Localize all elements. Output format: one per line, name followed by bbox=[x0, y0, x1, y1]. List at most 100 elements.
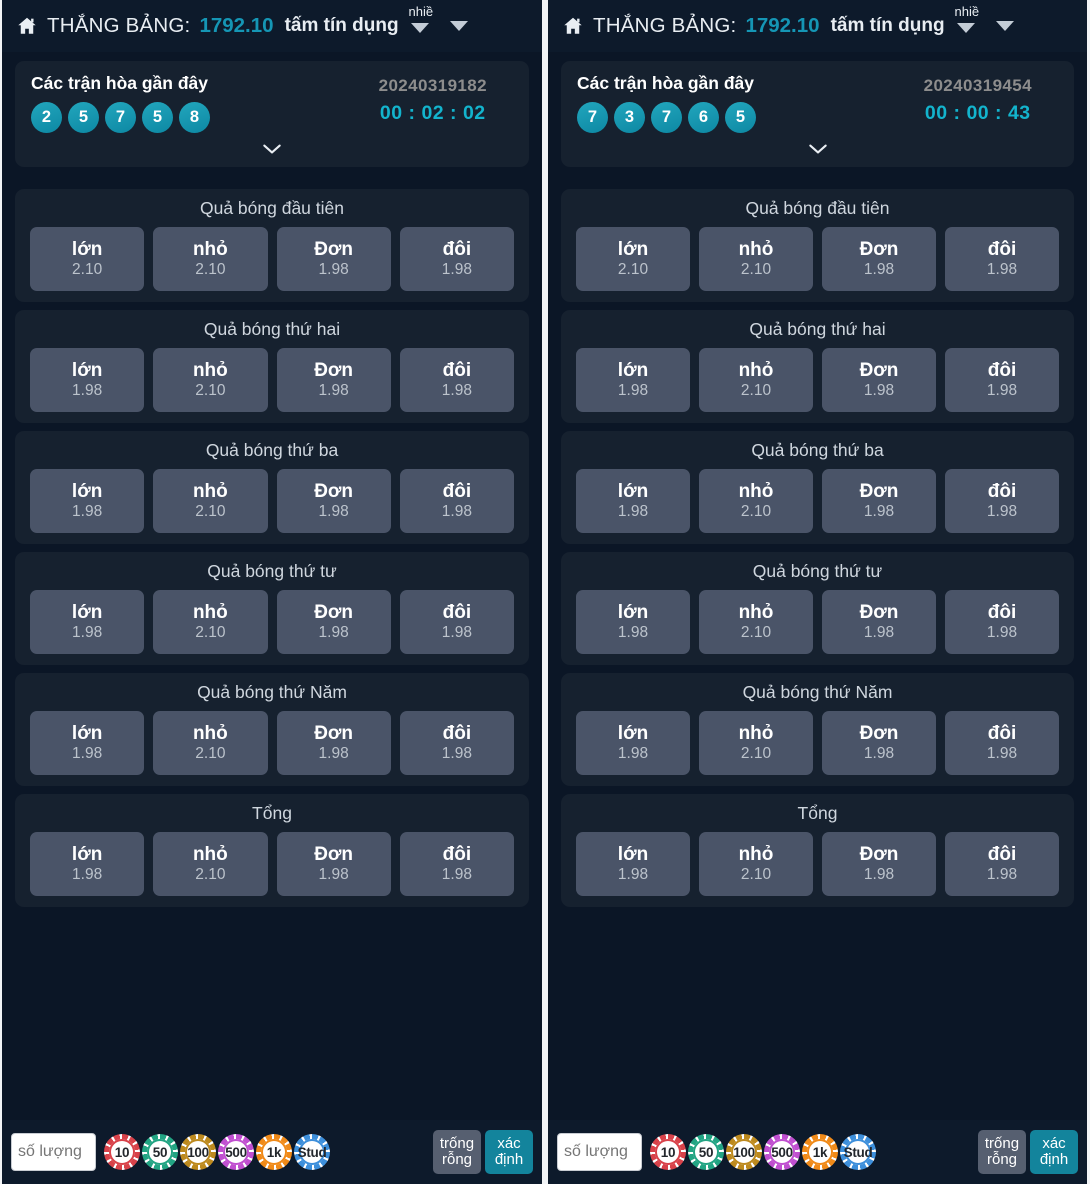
expand-results-button[interactable] bbox=[31, 133, 513, 159]
chip-100[interactable]: 100 bbox=[180, 1134, 216, 1170]
bet-option-button[interactable]: đôi 1.98 bbox=[945, 227, 1059, 291]
bet-option-button[interactable]: lớn 2.10 bbox=[30, 227, 145, 291]
bet-option-button[interactable]: lớn 2.10 bbox=[576, 227, 690, 291]
bet-option-button[interactable]: đôi 1.98 bbox=[945, 469, 1059, 533]
home-icon[interactable] bbox=[562, 15, 584, 37]
chip-500[interactable]: 500 bbox=[218, 1134, 254, 1170]
menu-chevron-down-icon[interactable] bbox=[449, 21, 468, 31]
bet-option-button[interactable]: đôi 1.98 bbox=[945, 348, 1059, 412]
bet-option-button[interactable]: nhỏ 2.10 bbox=[153, 469, 268, 533]
credit-label: tấm tín dụng bbox=[284, 15, 399, 36]
bet-option-button[interactable]: nhỏ 2.10 bbox=[699, 832, 813, 896]
menu-chevron-down-icon[interactable] bbox=[995, 21, 1014, 31]
chip-10[interactable]: 10 bbox=[104, 1134, 140, 1170]
bet-option-button[interactable]: lớn 1.98 bbox=[576, 832, 690, 896]
bet-option-label: Đơn bbox=[859, 481, 899, 503]
bet-option-button[interactable]: đôi 1.98 bbox=[399, 348, 514, 412]
chip-stud[interactable]: Stud bbox=[294, 1134, 330, 1170]
bet-option-button[interactable]: Đơn 1.98 bbox=[822, 711, 936, 775]
bet-option-odds: 1.98 bbox=[72, 382, 103, 400]
bet-option-button[interactable]: nhỏ 2.10 bbox=[153, 227, 268, 291]
bet-option-button[interactable]: đôi 1.98 bbox=[399, 227, 514, 291]
bet-option-odds: 1.98 bbox=[441, 866, 472, 884]
bet-option-odds: 1.98 bbox=[318, 382, 349, 400]
chip-10[interactable]: 10 bbox=[650, 1134, 686, 1170]
bet-option-button[interactable]: lớn 1.98 bbox=[30, 711, 145, 775]
bet-option-button[interactable]: đôi 1.98 bbox=[945, 590, 1059, 654]
top-bar: THẮNG BẢNG: 1792.10 tấm tín dụng nhiề bbox=[548, 0, 1087, 52]
bet-option-button[interactable]: lớn 1.98 bbox=[576, 348, 690, 412]
home-icon[interactable] bbox=[16, 15, 38, 37]
bet-option-button[interactable]: nhỏ 2.10 bbox=[699, 711, 813, 775]
chip-stud[interactable]: Stud bbox=[840, 1134, 876, 1170]
bet-option-odds: 1.98 bbox=[318, 261, 349, 279]
bet-option-button[interactable]: đôi 1.98 bbox=[399, 711, 514, 775]
bet-option-button[interactable]: đôi 1.98 bbox=[399, 832, 514, 896]
bet-option-button[interactable]: lớn 1.98 bbox=[30, 469, 145, 533]
bet-option-label: đôi bbox=[442, 360, 472, 382]
expand-results-button[interactable] bbox=[577, 133, 1058, 159]
credit-more-dropdown[interactable]: nhiề bbox=[954, 4, 979, 43]
bet-option-button[interactable]: Đơn 1.98 bbox=[276, 469, 391, 533]
bet-option-label: Đơn bbox=[314, 844, 354, 866]
bet-option-button[interactable]: Đơn 1.98 bbox=[822, 348, 936, 412]
bet-option-button[interactable]: lớn 1.98 bbox=[576, 469, 690, 533]
chip-1k[interactable]: 1k bbox=[802, 1134, 838, 1170]
amount-input[interactable] bbox=[557, 1133, 642, 1171]
bet-option-odds: 1.98 bbox=[72, 624, 103, 642]
bet-option-button[interactable]: lớn 1.98 bbox=[30, 832, 145, 896]
bet-option-button[interactable]: nhỏ 2.10 bbox=[699, 227, 813, 291]
bet-option-label: Đơn bbox=[314, 481, 354, 503]
bet-group: Tổng lớn 1.98 nhỏ 2.10 Đơn 1.98 đôi 1.98 bbox=[15, 794, 529, 907]
bet-option-button[interactable]: Đơn 1.98 bbox=[822, 227, 936, 291]
chip-1k[interactable]: 1k bbox=[256, 1134, 292, 1170]
clear-button[interactable]: trống rỗng bbox=[433, 1130, 481, 1174]
bet-group: Quả bóng đầu tiên lớn 2.10 nhỏ 2.10 Đơn 1.98 đô… bbox=[561, 189, 1074, 302]
bet-option-button[interactable]: nhỏ 2.10 bbox=[153, 832, 268, 896]
bet-option-row: lớn 2.10 nhỏ 2.10 Đơn 1.98 đôi 1.98 bbox=[561, 227, 1074, 291]
period-number: 20240319454 bbox=[923, 76, 1032, 95]
bottom-actions: trống rỗng xác định bbox=[978, 1130, 1078, 1174]
bet-option-button[interactable]: Đơn 1.98 bbox=[276, 348, 391, 412]
bet-option-button[interactable]: nhỏ 2.10 bbox=[699, 348, 813, 412]
confirm-button[interactable]: xác định bbox=[1030, 1130, 1078, 1174]
amount-input[interactable] bbox=[11, 1133, 96, 1171]
bet-option-button[interactable]: Đơn 1.98 bbox=[276, 832, 391, 896]
bet-option-button[interactable]: đôi 1.98 bbox=[399, 469, 514, 533]
bet-option-button[interactable]: lớn 1.98 bbox=[30, 348, 145, 412]
bet-option-button[interactable]: nhỏ 2.10 bbox=[699, 590, 813, 654]
bet-option-button[interactable]: nhỏ 2.10 bbox=[699, 469, 813, 533]
bet-option-button[interactable]: lớn 1.98 bbox=[30, 590, 145, 654]
bet-option-button[interactable]: đôi 1.98 bbox=[945, 711, 1059, 775]
chip-value: Stud bbox=[297, 1144, 327, 1160]
chip-100[interactable]: 100 bbox=[726, 1134, 762, 1170]
bet-option-label: lớn bbox=[617, 481, 649, 503]
clear-label-line1: trống bbox=[984, 1134, 1020, 1152]
bet-option-button[interactable]: Đơn 1.98 bbox=[276, 711, 391, 775]
credit-more-dropdown[interactable]: nhiề bbox=[408, 4, 433, 43]
bet-option-row: lớn 1.98 nhỏ 2.10 Đơn 1.98 đôi 1.98 bbox=[561, 348, 1074, 412]
bet-option-button[interactable]: nhỏ 2.10 bbox=[153, 348, 268, 412]
chip-50[interactable]: 50 bbox=[688, 1134, 724, 1170]
chip-50[interactable]: 50 bbox=[142, 1134, 178, 1170]
countdown-timer: 00 : 02 : 02 bbox=[379, 102, 486, 124]
bet-option-button[interactable]: Đơn 1.98 bbox=[276, 227, 391, 291]
bet-option-odds: 1.98 bbox=[863, 261, 895, 279]
bet-option-label: Đơn bbox=[314, 723, 354, 745]
bet-option-odds: 1.98 bbox=[441, 624, 472, 642]
confirm-button[interactable]: xác định bbox=[485, 1130, 533, 1174]
period-number: 20240319182 bbox=[378, 76, 487, 95]
clear-button[interactable]: trống rỗng bbox=[978, 1130, 1026, 1174]
bet-option-button[interactable]: đôi 1.98 bbox=[399, 590, 514, 654]
bet-option-button[interactable]: nhỏ 2.10 bbox=[153, 590, 268, 654]
bet-option-button[interactable]: Đơn 1.98 bbox=[276, 590, 391, 654]
bet-option-button[interactable]: Đơn 1.98 bbox=[822, 469, 936, 533]
bet-option-button[interactable]: Đơn 1.98 bbox=[822, 832, 936, 896]
bet-option-button[interactable]: Đơn 1.98 bbox=[822, 590, 936, 654]
bet-option-button[interactable]: đôi 1.98 bbox=[945, 832, 1059, 896]
bet-option-button[interactable]: lớn 1.98 bbox=[576, 711, 690, 775]
bet-option-button[interactable]: nhỏ 2.10 bbox=[153, 711, 268, 775]
chip-500[interactable]: 500 bbox=[764, 1134, 800, 1170]
bet-option-row: lớn 1.98 nhỏ 2.10 Đơn 1.98 đôi 1.98 bbox=[15, 469, 529, 533]
bet-option-button[interactable]: lớn 1.98 bbox=[576, 590, 690, 654]
